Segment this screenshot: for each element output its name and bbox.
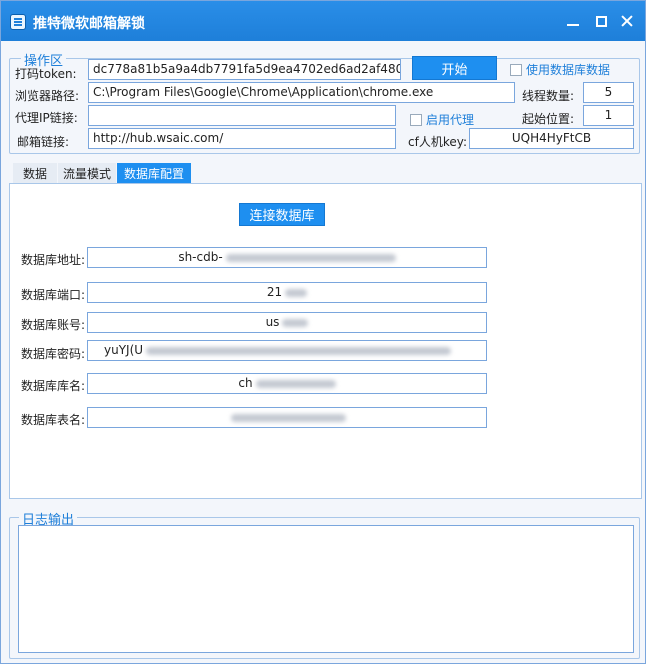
title-bar[interactable]: 推特微软邮箱解锁: [1, 1, 645, 41]
db-password-value: yuYJ(U: [104, 343, 144, 357]
connect-db-button[interactable]: 连接数据库: [239, 203, 325, 226]
mail-input[interactable]: http://hub.wsaic.com/: [88, 128, 396, 149]
tab-traffic-mode[interactable]: 流量模式: [58, 163, 116, 183]
cf-key-input[interactable]: UQH4HyFtCB: [469, 128, 634, 149]
proxy-input[interactable]: [88, 105, 396, 126]
tab-db-config[interactable]: 数据库配置: [117, 163, 191, 183]
db-port-label: 数据库端口:: [21, 288, 86, 302]
proxy-label: 代理IP链接:: [15, 111, 78, 125]
db-host-label: 数据库地址:: [21, 253, 86, 267]
use-proxy-checkbox[interactable]: 启用代理: [410, 111, 474, 128]
checkbox-box[interactable]: [510, 63, 522, 76]
start-pos-label: 起始位置:: [522, 112, 575, 126]
db-port-input[interactable]: 21: [87, 282, 487, 303]
app-icon: [10, 14, 26, 30]
maximize-icon[interactable]: [593, 13, 609, 29]
use-db-label: 使用数据库数据: [526, 63, 611, 77]
app-window: 推特微软邮箱解锁 操作区 打码token: dc778a81b5a9a4db77…: [0, 0, 646, 664]
db-table-input[interactable]: [87, 407, 487, 428]
browser-path-input[interactable]: C:\Program Files\Google\Chrome\Applicati…: [88, 82, 515, 103]
start-button[interactable]: 开始: [412, 56, 497, 80]
use-db-checkbox[interactable]: 使用数据库数据: [510, 61, 610, 78]
redacted-text: [231, 413, 346, 422]
threads-label: 线程数量:: [522, 89, 575, 103]
redacted-text: [282, 318, 309, 327]
token-label: 打码token:: [15, 67, 77, 81]
db-password-label: 数据库密码:: [21, 347, 86, 361]
use-proxy-label: 启用代理: [426, 113, 475, 127]
db-user-value: us: [265, 315, 280, 329]
close-icon[interactable]: [619, 13, 635, 29]
mail-label: 邮箱链接:: [17, 135, 70, 149]
token-input[interactable]: dc778a81b5a9a4db7791fa5d9ea4702ed6ad2af4…: [88, 59, 401, 80]
cf-label: cf人机key:: [408, 135, 467, 149]
db-table-label: 数据库表名:: [21, 413, 86, 427]
db-port-value: 21: [266, 285, 283, 299]
db-name-label: 数据库库名:: [21, 379, 86, 393]
minimize-icon[interactable]: [565, 13, 581, 29]
browser-label: 浏览器路径:: [15, 89, 80, 103]
redacted-text: [146, 346, 452, 355]
log-output[interactable]: [18, 525, 634, 653]
db-name-input[interactable]: ch: [87, 373, 487, 394]
redacted-text: [225, 253, 396, 262]
db-password-input[interactable]: yuYJ(U: [87, 340, 487, 361]
checkbox-box[interactable]: [410, 113, 422, 126]
db-user-input[interactable]: us: [87, 312, 487, 333]
db-host-input[interactable]: sh-cdb-: [87, 247, 487, 268]
db-name-value: ch: [238, 376, 253, 390]
redacted-text: [285, 288, 308, 297]
redacted-text: [255, 379, 336, 388]
window-title: 推特微软邮箱解锁: [33, 16, 145, 32]
threads-input[interactable]: 5: [583, 82, 634, 103]
db-host-value: sh-cdb-: [178, 250, 223, 264]
start-pos-input[interactable]: 1: [583, 105, 634, 126]
db-user-label: 数据库账号:: [21, 318, 86, 332]
tab-data[interactable]: 数据: [13, 163, 57, 183]
